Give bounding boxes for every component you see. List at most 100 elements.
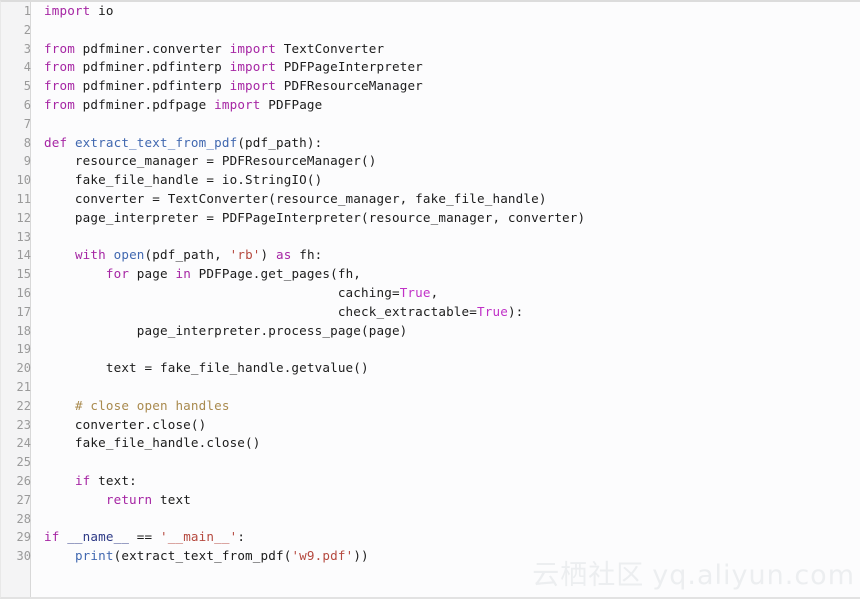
token-plain: page_interpreter = PDFPageInterpreter(re…: [44, 209, 586, 225]
code-line-content[interactable]: converter = TextConverter(resource_manag…: [37, 190, 860, 209]
code-line-content[interactable]: page_interpreter.process_page(page): [37, 322, 860, 341]
token-plain: page: [129, 266, 176, 282]
code-line-content[interactable]: check_extractable=True):: [37, 303, 860, 322]
line-number: 2: [23, 22, 31, 37]
line-number: 16: [16, 285, 31, 300]
code-line: 26 if text:: [1, 472, 860, 491]
line-number: 21: [16, 379, 31, 394]
code-line-content[interactable]: [37, 21, 860, 40]
line-number: 30: [16, 549, 31, 564]
token-keyword-from: from: [44, 59, 75, 75]
code-line-content[interactable]: from pdfminer.pdfinterp import PDFResour…: [37, 77, 860, 96]
code-line-content[interactable]: fake_file_handle = io.StringIO(): [37, 171, 860, 190]
token-plain: converter = TextConverter(resource_manag…: [44, 190, 547, 206]
code-line: 4 from pdfminer.pdfinterp import PDFPage…: [1, 58, 860, 77]
code-line-content[interactable]: fake_file_handle.close(): [37, 434, 860, 453]
line-number: 27: [16, 492, 31, 507]
token-keyword-if: if: [74, 472, 91, 488]
token-keyword-as: as: [276, 247, 292, 263]
code-line-content[interactable]: [37, 340, 860, 359]
code-line-content[interactable]: from pdfminer.pdfinterp import PDFPageIn…: [37, 58, 860, 77]
code-line-content[interactable]: print(extract_text_from_pdf('w9.pdf')): [37, 547, 860, 566]
token-keyword-from: from: [44, 40, 75, 56]
code-line: 7: [1, 115, 860, 134]
code-line: 3 from pdfminer.converter import TextCon…: [1, 40, 860, 59]
code-line: 23 converter.close(): [1, 416, 860, 435]
code-line: 25: [1, 453, 860, 472]
code-line: 1 import io: [1, 2, 860, 21]
code-line-content[interactable]: # close open handles: [37, 397, 860, 416]
code-line: 19: [1, 340, 860, 359]
token-keyword-import: import: [44, 3, 91, 18]
token-string-filename: 'w9.pdf': [291, 548, 354, 564]
code-line: 21: [1, 378, 860, 397]
token-keyword-if: if: [44, 529, 60, 545]
code-viewer[interactable]: 1 import io 2 3 from pdfminer.converter …: [0, 0, 860, 599]
code-line-content[interactable]: from pdfminer.pdfpage import PDFPage: [37, 96, 860, 115]
code-line: 27 return text: [1, 491, 860, 510]
token-plain: text = fake_file_handle.getvalue(): [44, 360, 369, 376]
line-number: 6: [23, 97, 31, 112]
code-line: 6 from pdfminer.pdfpage import PDFPage: [1, 96, 860, 115]
code-line-content[interactable]: def extract_text_from_pdf(pdf_path):: [37, 134, 860, 153]
code-line: 16 caching=True,: [1, 284, 860, 303]
code-line-content[interactable]: resource_manager = PDFResourceManager(): [37, 152, 860, 171]
token-keyword-from: from: [44, 78, 75, 94]
code-line: 9 resource_manager = PDFResourceManager(…: [1, 152, 860, 171]
code-line: 11 converter = TextConverter(resource_ma…: [1, 190, 860, 209]
code-line-content[interactable]: text = fake_file_handle.getvalue(): [37, 359, 860, 378]
code-line: 14 with open(pdf_path, 'rb') as fh:: [1, 246, 860, 265]
token-plain: :: [237, 529, 246, 545]
code-line-content[interactable]: page_interpreter = PDFPageInterpreter(re…: [37, 209, 860, 228]
code-line-content[interactable]: [37, 510, 860, 529]
token-plain: pdfminer.pdfinterp: [74, 59, 230, 75]
line-number: 13: [16, 229, 31, 244]
token-builtin-open: open: [113, 247, 145, 263]
line-number: 15: [16, 267, 31, 282]
watermark: 云栖社区 yq.aliyun.com: [532, 562, 855, 589]
code-line: 30 print(extract_text_from_pdf('w9.pdf')…: [1, 547, 860, 566]
token-plain: pdfminer.pdfinterp: [74, 78, 230, 94]
code-line-content[interactable]: [37, 115, 860, 134]
code-line-content[interactable]: [37, 453, 860, 472]
code-line: 18 page_interpreter.process_page(page): [1, 322, 860, 341]
code-line-content[interactable]: converter.close(): [37, 416, 860, 435]
token-plain: fake_file_handle = io.StringIO(): [44, 172, 323, 188]
token-builtin-print: print: [74, 548, 114, 564]
token-plain: ):: [507, 303, 524, 319]
token-plain: ): [260, 247, 277, 263]
code-line-content[interactable]: import io: [37, 2, 860, 21]
code-listing: 1 import io 2 3 from pdfminer.converter …: [1, 2, 860, 566]
code-line: 28: [1, 510, 860, 529]
code-line-content[interactable]: with open(pdf_path, 'rb') as fh:: [37, 246, 860, 265]
code-line-content[interactable]: caching=True,: [37, 284, 860, 303]
token-plain: text:: [90, 472, 137, 488]
token-plain: pdfminer.converter: [74, 40, 230, 56]
line-number: 23: [16, 417, 31, 432]
line-number: 1: [23, 4, 31, 18]
code-line: 8 def extract_text_from_pdf(pdf_path):: [1, 134, 860, 153]
code-line-content[interactable]: for page in PDFPage.get_pages(fh,: [37, 265, 860, 284]
code-lines: 1 import io 2 3 from pdfminer.converter …: [1, 2, 860, 566]
code-line-content[interactable]: [37, 378, 860, 397]
token-plain: )): [353, 548, 369, 564]
code-line-content[interactable]: if text:: [37, 472, 860, 491]
code-line: 24 fake_file_handle.close(): [1, 434, 860, 453]
token-plain: text: [152, 491, 191, 507]
token-string-main: '__main__': [160, 529, 238, 545]
code-line-content[interactable]: from pdfminer.converter import TextConve…: [37, 40, 860, 59]
token-dunder-name: __name__: [67, 529, 130, 545]
code-line-content[interactable]: if __name__ == '__main__':: [37, 528, 860, 547]
token-boolean-true: True: [399, 284, 431, 300]
code-line-content[interactable]: return text: [37, 491, 860, 510]
line-number: 9: [23, 154, 31, 169]
line-number: 19: [16, 342, 31, 357]
token-keyword-def: def: [44, 134, 68, 150]
line-number: 4: [23, 60, 31, 75]
code-line-content[interactable]: [37, 228, 860, 247]
